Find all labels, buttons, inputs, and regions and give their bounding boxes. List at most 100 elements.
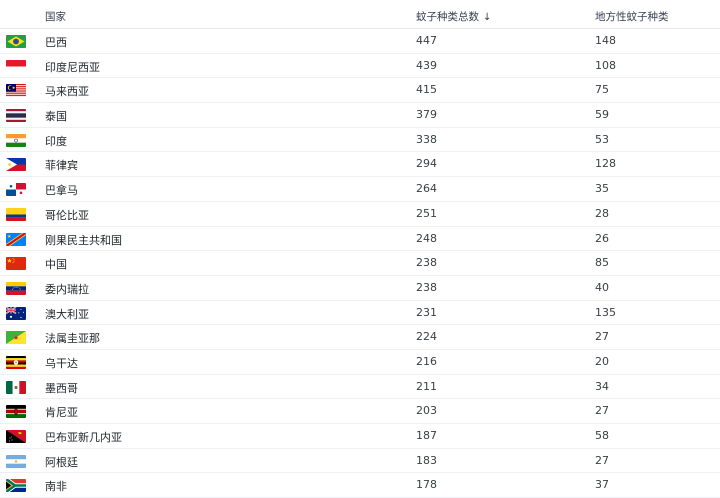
total-species-value: 415 (416, 83, 437, 97)
country-name: 阿根廷 (45, 455, 78, 469)
table-header: 国家 蚊子种类总数 ↓ 地方性蚊子种类 (0, 0, 720, 29)
brazil-flag-icon (6, 35, 26, 48)
country-name: 巴西 (45, 36, 67, 49)
header-total-species-label: 蚊子种类总数 (416, 11, 479, 23)
sort-descending-icon[interactable]: ↓ (483, 12, 491, 23)
country-name: 肯尼亚 (45, 406, 78, 420)
total-species-value: 224 (416, 330, 437, 344)
endemic-species-value: 20 (595, 354, 609, 368)
argentina-flag-icon (6, 454, 26, 468)
endemic-species-value: 28 (595, 206, 609, 220)
endemic-species-value: 27 (595, 330, 609, 344)
endemic-species-value: 35 (595, 182, 609, 196)
uganda-flag-icon (6, 355, 26, 369)
header-endemic-species[interactable]: 地方性蚊子种类 (595, 9, 669, 24)
total-species-value: 238 (416, 256, 437, 270)
total-species-value: 251 (416, 206, 437, 220)
endemic-species-value: 53 (595, 132, 609, 146)
country-name: 墨西哥 (45, 381, 78, 395)
table-row[interactable]: 哥伦比亚 251 28 (0, 202, 720, 227)
table-row[interactable]: 刚果民主共和国 248 26 (0, 227, 720, 252)
country-name: 委内瑞拉 (45, 282, 89, 296)
total-species-value: 439 (416, 58, 437, 72)
total-species-value: 183 (416, 453, 437, 467)
endemic-species-value: 128 (595, 157, 616, 171)
table-row[interactable]: 法属圭亚那 224 27 (0, 325, 720, 350)
country-name: 乌干达 (45, 356, 78, 370)
country-name: 中国 (45, 258, 67, 272)
endemic-species-value: 27 (595, 453, 609, 467)
country-name: 刚果民主共和国 (45, 233, 122, 247)
total-species-value: 216 (416, 354, 437, 368)
india-flag-icon (6, 133, 26, 147)
table-row[interactable]: 巴拿马 264 35 (0, 177, 720, 202)
table-row[interactable]: 印度尼西亚 439 108 (0, 54, 720, 79)
table-row[interactable]: 墨西哥 211 34 (0, 375, 720, 400)
table-body: 巴西 447 148 印度尼西亚 439 108 马来西亚 415 75 泰国 379 59 印度 338… (0, 29, 720, 498)
country-name: 哥伦比亚 (45, 208, 89, 222)
total-species-value: 248 (416, 231, 437, 245)
table-row[interactable]: 巴西 447 148 (0, 29, 720, 54)
endemic-species-value: 40 (595, 280, 609, 294)
total-species-value: 231 (416, 305, 437, 319)
total-species-value: 294 (416, 157, 437, 171)
country-name: 南非 (45, 480, 67, 494)
venezuela-flag-icon (6, 281, 26, 295)
table-row[interactable]: 菲律宾 294 128 (0, 152, 720, 178)
country-name: 巴布亚新几内亚 (45, 431, 122, 444)
header-total-species[interactable]: 蚊子种类总数 ↓ (416, 9, 491, 24)
total-species-value: 211 (416, 379, 437, 393)
papua-new-guinea-flag-icon (6, 430, 26, 443)
malaysia-flag-icon (6, 84, 26, 98)
table-row[interactable]: 中国 238 85 (0, 251, 720, 276)
dr-congo-flag-icon (6, 232, 26, 246)
mosquito-species-table: 国家 蚊子种类总数 ↓ 地方性蚊子种类 巴西 447 148 印度尼西亚 439 108 马来… (0, 0, 720, 498)
panama-flag-icon (6, 183, 26, 197)
table-row[interactable]: 马来西亚 415 75 (0, 78, 720, 104)
total-species-value: 238 (416, 280, 437, 294)
table-row[interactable]: 南非 178 37 (0, 473, 720, 498)
endemic-species-value: 85 (595, 256, 609, 270)
table-row[interactable]: 阿根廷 183 27 (0, 449, 720, 474)
china-flag-icon (6, 257, 26, 271)
endemic-species-value: 59 (595, 108, 609, 122)
table-row[interactable]: 委内瑞拉 238 40 (0, 276, 720, 301)
country-name: 印度 (45, 134, 67, 148)
total-species-value: 338 (416, 132, 437, 146)
country-name: 菲律宾 (45, 159, 78, 173)
endemic-species-value: 75 (595, 83, 609, 97)
table-row[interactable]: 印度 338 53 (0, 128, 720, 153)
total-species-value: 447 (416, 34, 437, 47)
header-country[interactable]: 国家 (45, 9, 66, 24)
endemic-species-value: 148 (595, 34, 616, 47)
table-row[interactable]: 巴布亚新几内亚 187 58 (0, 424, 720, 449)
country-name: 印度尼西亚 (45, 60, 100, 74)
endemic-species-value: 58 (595, 429, 609, 442)
table-row[interactable]: 泰国 379 59 (0, 103, 720, 128)
mexico-flag-icon (6, 380, 26, 394)
total-species-value: 203 (416, 404, 437, 418)
indonesia-flag-icon (6, 59, 26, 73)
table-row[interactable]: 乌干达 216 20 (0, 350, 720, 375)
total-species-value: 379 (416, 108, 437, 122)
table-row[interactable]: 澳大利亚 231 135 (0, 301, 720, 326)
french-guiana-flag-icon (6, 331, 26, 345)
endemic-species-value: 34 (595, 379, 609, 393)
country-name: 泰国 (45, 110, 67, 124)
country-name: 巴拿马 (45, 184, 78, 198)
philippines-flag-icon (6, 158, 26, 172)
endemic-species-value: 135 (595, 305, 616, 319)
table-row[interactable]: 肯尼亚 203 27 (0, 399, 720, 424)
colombia-flag-icon (6, 207, 26, 221)
country-name: 澳大利亚 (45, 307, 89, 321)
endemic-species-value: 26 (595, 231, 609, 245)
south-africa-flag-icon (6, 479, 26, 493)
endemic-species-value: 108 (595, 58, 616, 72)
endemic-species-value: 27 (595, 404, 609, 418)
australia-flag-icon (6, 306, 26, 320)
thailand-flag-icon (6, 109, 26, 123)
total-species-value: 264 (416, 182, 437, 196)
country-name: 马来西亚 (45, 85, 89, 99)
total-species-value: 187 (416, 429, 437, 442)
kenya-flag-icon (6, 405, 26, 419)
